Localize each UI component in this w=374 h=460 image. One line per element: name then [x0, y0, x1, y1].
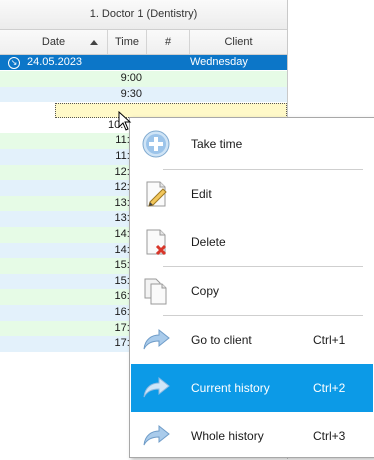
menu-item-whole-history[interactable]: Whole history Ctrl+3 — [131, 412, 373, 460]
date-value: 24.05.2023 — [27, 56, 83, 68]
menu-label-copy: Copy — [191, 284, 220, 298]
column-headers: Date Time # Client — [0, 30, 287, 55]
menu-label-current-history: Current history — [191, 381, 270, 395]
weekday-value: Wednesday — [190, 56, 248, 68]
arrow-forward-icon — [141, 373, 171, 403]
menu-shortcut-go-to-client: Ctrl+1 — [313, 333, 346, 347]
collapse-icon[interactable]: ↘ — [8, 57, 20, 69]
menu-shortcut-current-history: Ctrl+2 — [313, 381, 346, 395]
menu-item-take-time[interactable]: Take time — [131, 120, 373, 168]
menu-label-take-time: Take time — [191, 137, 243, 151]
mouse-cursor-icon — [118, 111, 132, 131]
menu-item-delete[interactable]: Delete — [131, 218, 373, 266]
menu-item-current-history[interactable]: Current history Ctrl+2 — [131, 364, 373, 412]
copy-icon — [141, 276, 171, 306]
plus-circle-icon — [141, 129, 171, 159]
column-header-client[interactable]: Client — [190, 30, 287, 54]
menu-item-copy[interactable]: Copy — [131, 267, 373, 315]
column-header-date-label: Date — [41, 36, 66, 48]
delete-document-icon — [141, 227, 171, 257]
column-header-date[interactable]: Date — [0, 30, 108, 54]
menu-label-whole-history: Whole history — [191, 429, 264, 443]
menu-label-go-to-client: Go to client — [191, 333, 252, 347]
menu-label-delete: Delete — [191, 235, 226, 249]
doctor-title: 1. Doctor 1 (Dentistry) — [0, 0, 287, 30]
selected-row-marker — [55, 103, 287, 118]
table-row[interactable]: 9:30 — [0, 86, 287, 103]
column-header-number[interactable]: # — [147, 30, 190, 54]
menu-label-edit: Edit — [191, 187, 212, 201]
menu-shortcut-whole-history: Ctrl+3 — [313, 429, 346, 443]
time-cell: 9:30 — [120, 87, 142, 100]
context-menu: Take time Edit Delete Copy Go to client … — [129, 117, 374, 458]
edit-document-icon — [141, 179, 171, 209]
time-cell: 9:00 — [120, 72, 142, 84]
sort-ascending-icon — [90, 40, 98, 45]
date-group-row[interactable]: ↘ 24.05.2023 Wednesday — [0, 55, 287, 70]
arrow-forward-icon — [141, 421, 171, 451]
menu-item-go-to-client[interactable]: Go to client Ctrl+1 — [131, 316, 373, 364]
menu-item-edit[interactable]: Edit — [131, 170, 373, 218]
column-header-time[interactable]: Time — [108, 30, 147, 54]
arrow-forward-icon — [141, 325, 171, 355]
table-row[interactable]: 9:00 — [0, 71, 287, 87]
